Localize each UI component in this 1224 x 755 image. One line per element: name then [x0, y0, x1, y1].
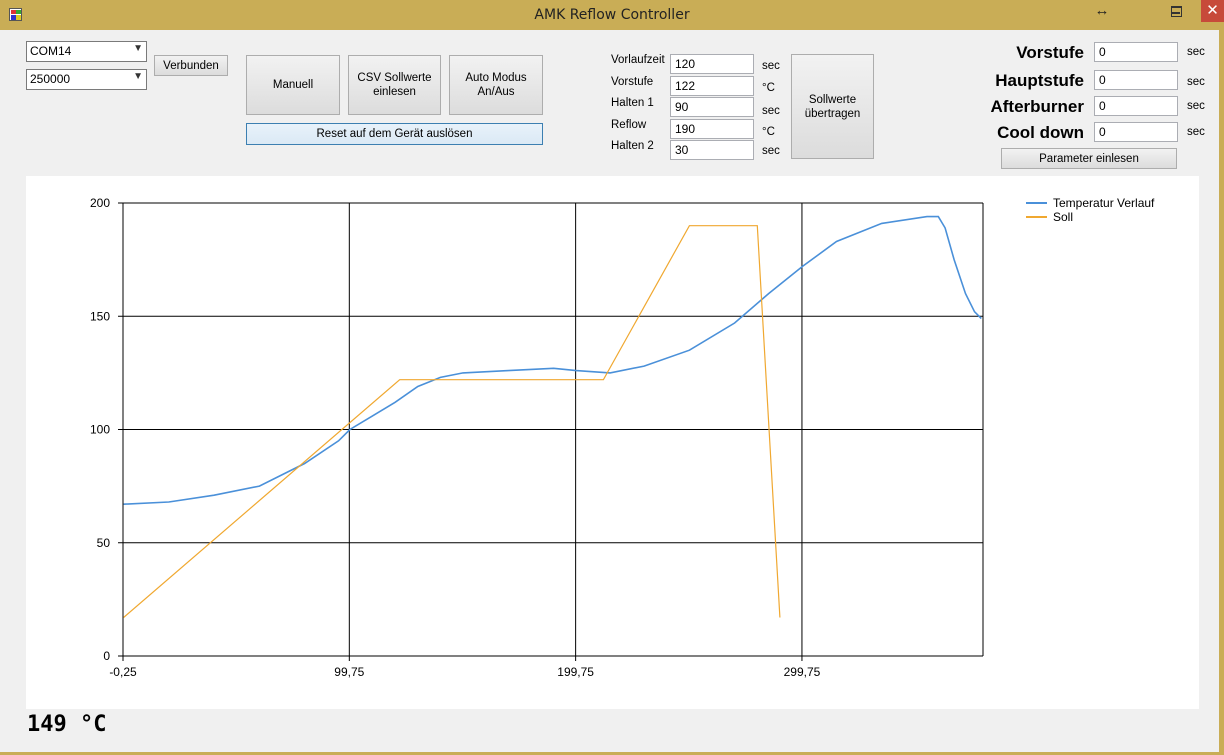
- chevron-down-icon: ▼: [133, 71, 143, 82]
- stage-unit-hauptstufe: sec: [1187, 76, 1205, 88]
- halten1-input[interactable]: 90: [670, 97, 754, 117]
- maximize-icon: [1171, 6, 1182, 17]
- stage-label-cooldown: Cool down: [997, 123, 1084, 142]
- read-parameters-button[interactable]: Parameter einlesen: [1001, 148, 1177, 169]
- stage-afterburner-input[interactable]: 0: [1094, 96, 1178, 116]
- y-tick-label: 50: [97, 536, 111, 550]
- port-value: COM14: [30, 44, 72, 58]
- profile-label-halten2: Halten 2: [611, 140, 654, 152]
- series-line-setpoint: [123, 225, 781, 618]
- y-tick-label: 150: [90, 309, 110, 323]
- auto-mode-label-2: An/Aus: [477, 86, 515, 98]
- auto-mode-label-1: Auto Modus: [465, 72, 527, 84]
- stage-label-vorstufe: Vorstufe: [1016, 43, 1084, 62]
- profile-label-vorlaufzeit: Vorlaufzeit: [611, 54, 665, 66]
- resize-icon[interactable]: ↔: [1090, 0, 1114, 22]
- profile-unit-halten2: sec: [762, 145, 780, 157]
- send-setpoints-button[interactable]: Sollwerte übertragen: [791, 54, 874, 159]
- stage-vorstufe-input[interactable]: 0: [1094, 42, 1178, 62]
- port-select[interactable]: COM14 ▼: [26, 41, 147, 62]
- stage-unit-vorstufe: sec: [1187, 46, 1205, 58]
- profile-unit-halten1: sec: [762, 105, 780, 117]
- profile-label-reflow: Reflow: [611, 119, 647, 131]
- auto-mode-button[interactable]: Auto Modus An/Aus: [449, 55, 543, 115]
- profile-unit-reflow: °C: [762, 126, 775, 138]
- send-setpoints-label-2: übertragen: [804, 107, 861, 120]
- x-tick-label: -0,25: [109, 665, 137, 679]
- profile-label-halten1: Halten 1: [611, 97, 654, 109]
- window-title: AMK Reflow Controller: [534, 7, 690, 23]
- temperature-chart: 0 50 100 150 200 -0,25 99,75 199,75 299,75 Temper…: [26, 176, 1199, 709]
- profile-unit-vorstufe: °C: [762, 82, 775, 94]
- stage-unit-afterburner: sec: [1187, 100, 1205, 112]
- halten2-input[interactable]: 30: [670, 140, 754, 160]
- csv-load-label-1: CSV Sollwerte: [357, 72, 432, 84]
- csv-load-button[interactable]: CSV Sollwerte einlesen: [348, 55, 441, 115]
- chevron-down-icon: ▼: [133, 43, 143, 54]
- reflow-input[interactable]: 190: [670, 119, 754, 139]
- current-temperature: 149 °C: [27, 712, 107, 737]
- reset-device-button[interactable]: Reset auf dem Gerät auslösen: [246, 123, 543, 145]
- y-tick-label: 100: [90, 423, 110, 437]
- y-tick-label: 0: [103, 649, 110, 663]
- x-tick-label: 99,75: [334, 665, 364, 679]
- main-form: COM14 ▼ 250000 ▼ Verbunden Manuell CSV S…: [0, 30, 1219, 752]
- connect-button[interactable]: Verbunden: [154, 55, 228, 76]
- x-tick-label: 199,75: [557, 665, 594, 679]
- baud-select[interactable]: 250000 ▼: [26, 69, 147, 90]
- vorlaufzeit-input[interactable]: 120: [670, 54, 754, 74]
- send-setpoints-label-1: Sollwerte: [808, 93, 857, 106]
- close-icon: ✕: [1206, 2, 1219, 19]
- profile-label-vorstufe: Vorstufe: [611, 76, 654, 88]
- title-bar: AMK Reflow Controller ↔ ✕: [0, 0, 1224, 30]
- legend-label: Soll: [1053, 210, 1073, 224]
- baud-value: 250000: [30, 72, 71, 86]
- stage-cooldown-input[interactable]: 0: [1094, 122, 1178, 142]
- legend-label: Temperatur Verlauf: [1053, 196, 1155, 210]
- stage-hauptstufe-input[interactable]: 0: [1094, 70, 1178, 90]
- series-line-temperature: [123, 215, 982, 505]
- stage-label-afterburner: Afterburner: [990, 97, 1084, 116]
- csv-load-label-2: einlesen: [373, 86, 416, 98]
- manual-button[interactable]: Manuell: [246, 55, 340, 115]
- stage-label-hauptstufe: Hauptstufe: [995, 71, 1084, 90]
- x-tick-label: 299,75: [784, 665, 821, 679]
- vorstufe-input[interactable]: 122: [670, 76, 754, 96]
- close-button[interactable]: ✕: [1201, 0, 1224, 22]
- chart-canvas: 0 50 100 150 200 -0,25 99,75 199,75 299,75 Temper…: [90, 196, 1155, 679]
- stage-unit-cooldown: sec: [1187, 126, 1205, 138]
- y-tick-label: 200: [90, 196, 110, 210]
- profile-unit-vorlaufzeit: sec: [762, 60, 780, 72]
